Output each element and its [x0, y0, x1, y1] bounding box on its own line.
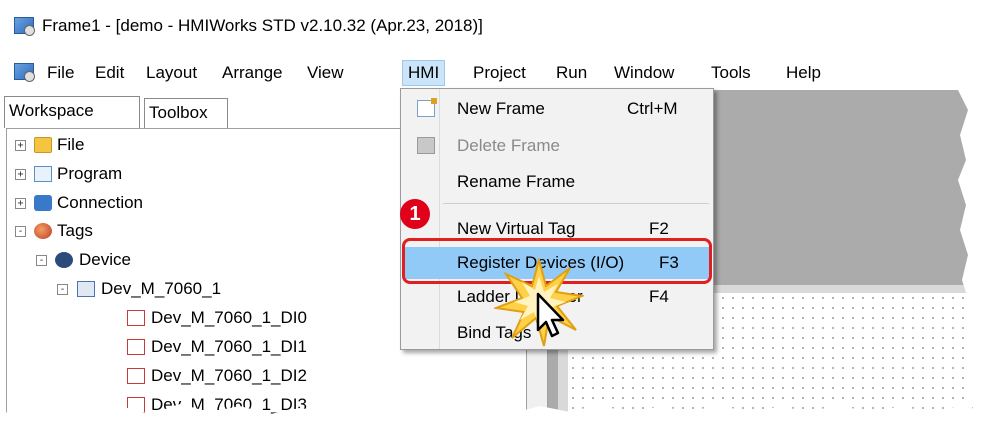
- module-icon: [77, 281, 95, 297]
- app-menu-icon[interactable]: [14, 63, 35, 82]
- collapse-icon[interactable]: -: [15, 226, 26, 237]
- collapse-icon[interactable]: -: [57, 284, 68, 295]
- tree-item-label: Dev_M_7060_1_DI3: [151, 395, 307, 414]
- menu-help[interactable]: Help: [781, 60, 826, 86]
- expand-icon[interactable]: +: [15, 198, 26, 209]
- tab-toolbox[interactable]: Toolbox: [144, 98, 228, 128]
- menu-item-label: Delete Frame: [457, 136, 560, 155]
- menu-window[interactable]: Window: [609, 60, 679, 86]
- delete-frame-icon: [417, 137, 435, 154]
- tag-icon: [127, 368, 145, 384]
- menu-bar: File Edit Layout Arrange View HMI Projec…: [0, 56, 982, 90]
- tree-item-file[interactable]: + File: [7, 131, 307, 159]
- menu-file[interactable]: File: [42, 60, 79, 86]
- menu-item-new-frame[interactable]: New Frame Ctrl+M: [403, 93, 711, 125]
- new-frame-icon: [417, 98, 437, 117]
- tree-item-label: Program: [57, 164, 123, 183]
- menu-item-rename-frame[interactable]: Rename Frame: [403, 166, 711, 198]
- tag-icon: [127, 397, 145, 413]
- menu-item-shortcut: F4: [649, 287, 669, 306]
- tree-item-device[interactable]: - Device: [7, 246, 307, 274]
- tree-item-tag[interactable]: Dev_M_7060_1_DI1: [7, 333, 387, 361]
- menu-arrange[interactable]: Arrange: [217, 60, 287, 86]
- menu-item-shortcut: Ctrl+M: [627, 99, 678, 118]
- tree-item-label: Tags: [57, 221, 93, 240]
- menu-run[interactable]: Run: [551, 60, 592, 86]
- tree-item-label: Dev_M_7060_1_DI2: [151, 366, 307, 385]
- tree-item-program[interactable]: + Program: [7, 160, 307, 188]
- expand-icon[interactable]: +: [15, 169, 26, 180]
- tree-item-label: Connection: [57, 193, 144, 212]
- menu-hmi[interactable]: HMI: [402, 60, 446, 86]
- menu-item-delete-frame: Delete Frame: [403, 130, 711, 162]
- menu-item-label: New Frame: [457, 99, 545, 118]
- menu-project[interactable]: Project: [468, 60, 531, 86]
- menu-tools[interactable]: Tools: [706, 60, 756, 86]
- connection-icon: [34, 195, 52, 211]
- tags-icon: [34, 223, 52, 239]
- tag-icon: [127, 339, 145, 355]
- app-icon: [14, 17, 35, 36]
- folder-icon: [34, 137, 52, 153]
- tree-item-label: Dev_M_7060_1: [101, 279, 222, 298]
- tree-item-tag[interactable]: Dev_M_7060_1_DI0: [7, 304, 387, 332]
- tree-item-label: File: [57, 135, 85, 154]
- menu-layout[interactable]: Layout: [141, 60, 202, 86]
- tree-item-tag[interactable]: Dev_M_7060_1_DI3: [7, 391, 387, 419]
- click-burst-icon: [494, 258, 584, 347]
- menu-item-label: Rename Frame: [457, 172, 576, 191]
- tree-item-tag[interactable]: Dev_M_7060_1_DI2: [7, 362, 387, 390]
- menu-item-label: New Virtual Tag: [457, 219, 576, 238]
- tree-item-label: Dev_M_7060_1_DI1: [151, 337, 307, 356]
- tree-item-tags[interactable]: - Tags: [7, 217, 307, 245]
- expand-icon[interactable]: +: [15, 140, 26, 151]
- tree-item-label: Dev_M_7060_1_DI0: [151, 308, 307, 327]
- window-title: Frame1 - [demo - HMIWorks STD v2.10.32 (…: [42, 16, 483, 35]
- tree-item-label: Device: [79, 250, 131, 269]
- menu-view[interactable]: View: [302, 60, 349, 86]
- program-icon: [34, 166, 52, 182]
- menu-item-shortcut: F2: [649, 219, 669, 238]
- step-badge: 1: [400, 199, 430, 229]
- tree-item-connection[interactable]: + Connection: [7, 189, 307, 217]
- device-icon: [55, 252, 73, 268]
- tree-item-module[interactable]: - Dev_M_7060_1: [7, 275, 327, 303]
- menu-separator: [443, 203, 709, 204]
- tab-workspace[interactable]: Workspace: [4, 96, 140, 128]
- collapse-icon[interactable]: -: [36, 255, 47, 266]
- window-title-bar: Frame1 - [demo - HMIWorks STD v2.10.32 (…: [0, 0, 982, 48]
- menu-edit[interactable]: Edit: [90, 60, 129, 86]
- tag-icon: [127, 310, 145, 326]
